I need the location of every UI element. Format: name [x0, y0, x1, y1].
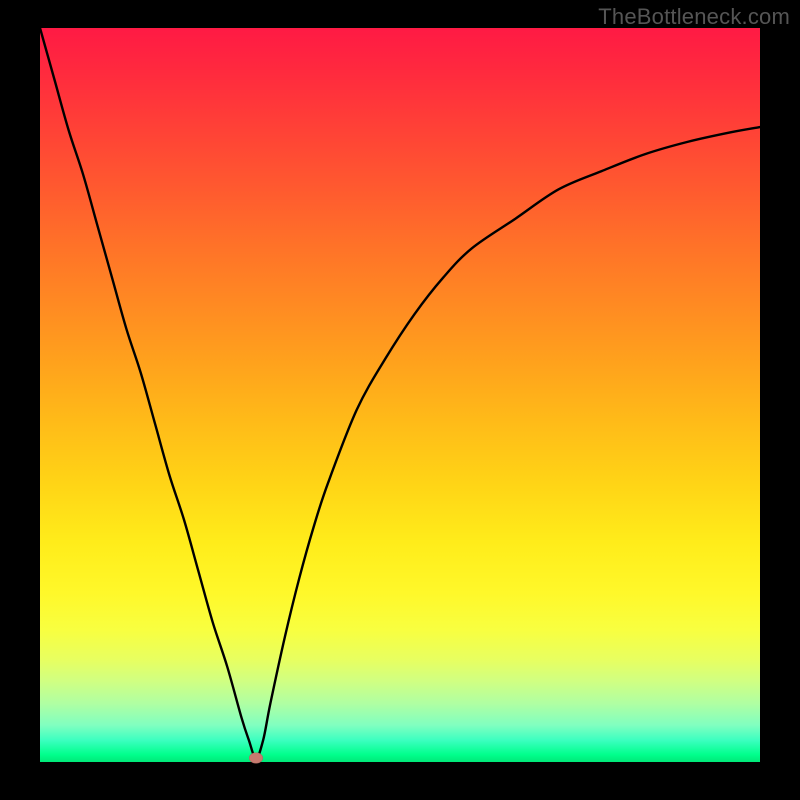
- watermark-text: TheBottleneck.com: [598, 4, 790, 30]
- plot-area: [40, 28, 760, 762]
- bottleneck-curve: [40, 28, 760, 762]
- optimal-point-marker: [249, 753, 263, 764]
- chart-frame: TheBottleneck.com: [0, 0, 800, 800]
